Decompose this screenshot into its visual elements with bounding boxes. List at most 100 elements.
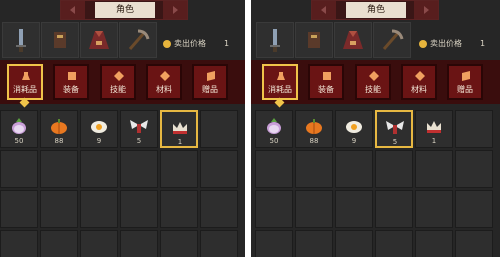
inventory-panel-left: 角色 卖出价格 1 消耗品 装备 技能 材料 赠品 50 88 9 5 1 xyxy=(0,0,245,257)
inventory-slot[interactable]: 1 xyxy=(415,110,453,148)
tab-gifts[interactable]: 赠品 xyxy=(447,64,483,100)
tab-label: 材料 xyxy=(411,85,427,94)
inventory-slot[interactable] xyxy=(160,150,198,188)
coin-icon xyxy=(163,40,171,48)
inventory-slot[interactable] xyxy=(335,190,373,228)
cloak-icon xyxy=(89,31,109,49)
inventory-slot[interactable] xyxy=(255,230,293,257)
inventory-slot[interactable] xyxy=(295,150,333,188)
tab-materials[interactable]: 材料 xyxy=(401,64,437,100)
inventory-slot[interactable] xyxy=(255,190,293,228)
inventory-slot[interactable] xyxy=(455,150,493,188)
tab-gifts[interactable]: 赠品 xyxy=(192,64,228,100)
tab-materials[interactable]: 材料 xyxy=(146,64,182,100)
inventory-slot[interactable] xyxy=(455,230,493,257)
inventory-slot[interactable] xyxy=(200,150,238,188)
inventory-slot[interactable]: 88 xyxy=(40,110,78,148)
inventory-slot[interactable] xyxy=(295,190,333,228)
inventory-slot[interactable]: 9 xyxy=(335,110,373,148)
item-count: 9 xyxy=(351,137,357,145)
sell-price-value: 1 xyxy=(480,39,486,48)
tab-label: 消耗品 xyxy=(13,85,37,94)
character-selector: 角色 xyxy=(311,0,439,20)
item-count: 1 xyxy=(177,138,183,146)
prev-arrow-button[interactable] xyxy=(312,1,336,19)
inventory-slot[interactable] xyxy=(415,190,453,228)
tab-label: 赠品 xyxy=(457,85,473,94)
tab-label: 装备 xyxy=(63,85,79,94)
inventory-slot[interactable] xyxy=(200,230,238,257)
tab-label: 材料 xyxy=(156,85,172,94)
equip-slot-weapon[interactable] xyxy=(2,22,40,58)
inventory-slot[interactable] xyxy=(455,190,493,228)
inventory-slot[interactable]: 1 xyxy=(160,110,198,148)
sword-icon xyxy=(270,29,280,52)
inventory-slot[interactable]: 50 xyxy=(255,110,293,148)
equip-slot-armor[interactable] xyxy=(80,22,118,58)
inventory-slot[interactable]: 88 xyxy=(295,110,333,148)
tab-skills[interactable]: 技能 xyxy=(355,64,391,100)
equip-slot-tool[interactable] xyxy=(373,22,411,58)
cloak-icon xyxy=(343,31,363,49)
inventory-slot[interactable] xyxy=(40,230,78,257)
inventory-slot[interactable] xyxy=(255,150,293,188)
inventory-slot[interactable] xyxy=(415,150,453,188)
inventory-slot[interactable] xyxy=(375,150,413,188)
pickaxe-icon xyxy=(382,29,404,50)
inventory-slot[interactable]: 9 xyxy=(80,110,118,148)
character-title: 角色 xyxy=(95,2,155,18)
inventory-slot[interactable] xyxy=(455,110,493,148)
tab-equipment[interactable]: 装备 xyxy=(53,64,89,100)
inventory-slot[interactable] xyxy=(415,230,453,257)
inventory-slot[interactable]: 5 xyxy=(375,110,413,148)
potion-icon xyxy=(277,72,285,80)
item-count: 50 xyxy=(14,137,24,145)
inventory-slot[interactable] xyxy=(80,150,118,188)
item-count: 1 xyxy=(431,137,437,145)
inventory-panel-right: 角色 卖出价格 1 消耗品 装备 技能 材料 赠品 50 88 9 5 1 xyxy=(251,0,500,257)
inventory-slot[interactable] xyxy=(160,230,198,257)
inventory-slot[interactable] xyxy=(40,150,78,188)
inventory-slot[interactable] xyxy=(0,150,38,188)
inventory-slot[interactable] xyxy=(120,230,158,257)
inventory-slot[interactable] xyxy=(200,190,238,228)
equip-slot-weapon[interactable] xyxy=(256,22,294,58)
inventory-slot[interactable] xyxy=(0,230,38,257)
fried-egg-icon xyxy=(344,117,364,139)
tab-consumables[interactable]: 消耗品 xyxy=(262,64,298,100)
equip-slot-tool[interactable] xyxy=(119,22,157,58)
inventory-slot[interactable] xyxy=(200,110,238,148)
inventory-slot[interactable]: 5 xyxy=(120,110,158,148)
item-count: 50 xyxy=(269,137,279,145)
next-arrow-button[interactable] xyxy=(414,1,438,19)
prev-arrow-button[interactable] xyxy=(61,1,85,19)
inventory-slot[interactable] xyxy=(0,190,38,228)
armor-icon xyxy=(323,72,331,80)
coin-icon xyxy=(419,40,427,48)
inventory-slot[interactable] xyxy=(335,150,373,188)
tab-consumables[interactable]: 消耗品 xyxy=(7,64,43,100)
inventory-slot[interactable]: 50 xyxy=(0,110,38,148)
potion-icon xyxy=(22,72,30,80)
inventory-slot[interactable] xyxy=(120,150,158,188)
inventory-slot[interactable] xyxy=(40,190,78,228)
inventory-slot[interactable] xyxy=(160,190,198,228)
inventory-slot[interactable] xyxy=(80,230,118,257)
equip-slot-armor[interactable] xyxy=(334,22,372,58)
material-icon xyxy=(415,71,425,81)
inventory-slot[interactable] xyxy=(120,190,158,228)
scroll-icon xyxy=(207,71,215,81)
tab-skills[interactable]: 技能 xyxy=(100,64,136,100)
inventory-slot[interactable] xyxy=(375,190,413,228)
inventory-slot[interactable] xyxy=(375,230,413,257)
next-arrow-button[interactable] xyxy=(163,1,187,19)
tab-label: 消耗品 xyxy=(268,85,292,94)
tab-label: 技能 xyxy=(365,85,381,94)
tab-equipment[interactable]: 装备 xyxy=(308,64,344,100)
equip-slot-book[interactable] xyxy=(295,22,333,58)
inventory-slot[interactable] xyxy=(295,230,333,257)
item-count: 5 xyxy=(392,138,398,146)
inventory-slot[interactable] xyxy=(335,230,373,257)
inventory-slot[interactable] xyxy=(80,190,118,228)
equip-slot-book[interactable] xyxy=(41,22,79,58)
